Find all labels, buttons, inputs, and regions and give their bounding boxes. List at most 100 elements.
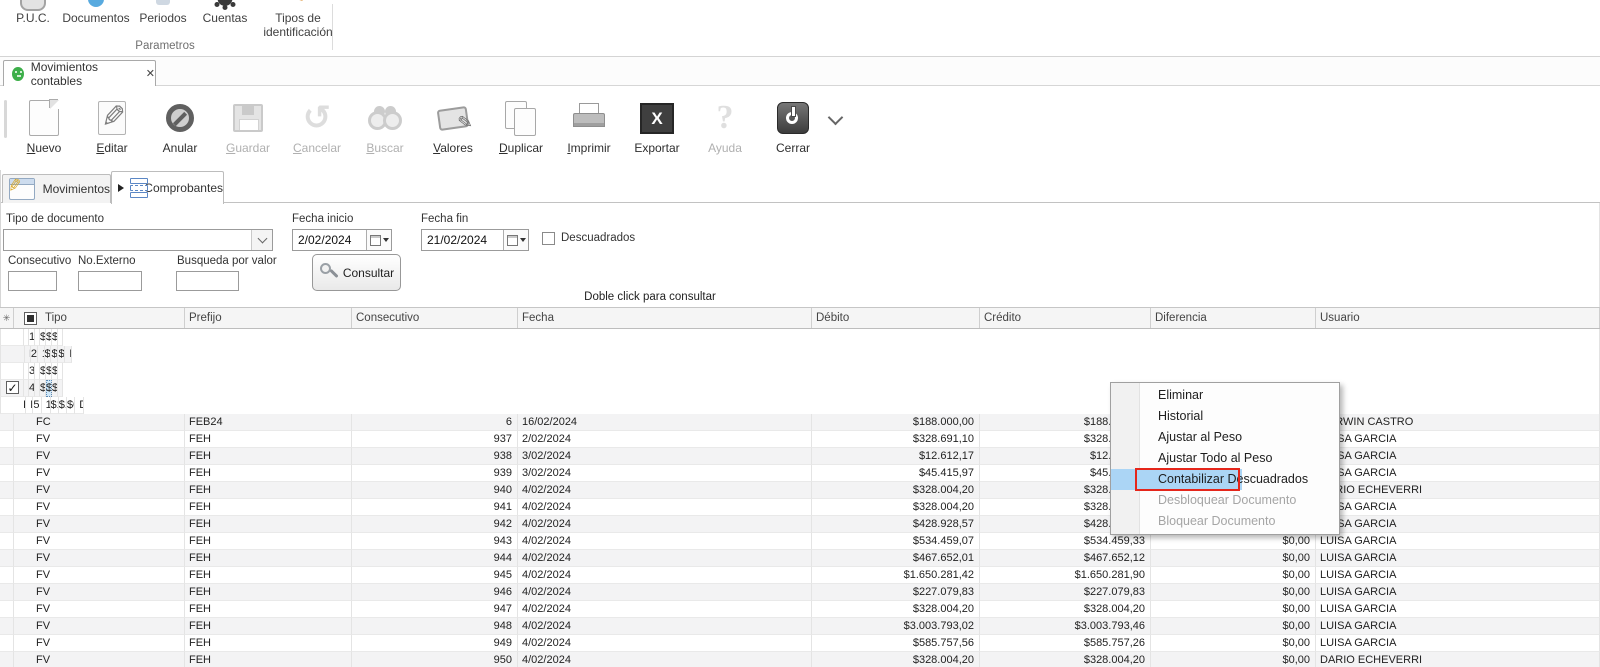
tipo-cell[interactable]: FV [14,448,185,465]
chevron-down-icon[interactable] [828,110,844,126]
usuario-cell[interactable]: DARWIN CASTRO [65,346,72,363]
table-row[interactable]: FV FEH 950 4/02/2024 $328.004,20 $328.00… [0,652,1600,667]
tab-movimientos[interactable]: Movimientos [2,174,111,203]
menu-item-contabilizar-descuadrados[interactable]: Contabilizar Descuadrados [1111,469,1242,490]
close-icon[interactable]: ✕ [146,67,155,80]
table-row[interactable]: FV FEH 937 2/02/2024 $328.691,10 $328.69… [0,431,1600,448]
fecha-cell[interactable]: 4/02/2024 [518,499,812,516]
consecutivo-cell[interactable]: 945 [352,567,518,584]
table-row[interactable]: FC FEB24 1 13/02/2024 $294.150,00 $294.1… [0,329,54,346]
debito-cell[interactable]: $328.004,20 [812,601,980,618]
column-header-tipo[interactable]: Tipo [14,308,185,328]
diferencia-cell[interactable]: $0,00 [1151,567,1316,584]
diferencia-cell[interactable]: $0,00 [1151,550,1316,567]
usuario-cell[interactable]: LUISA GARCIA [1316,601,1600,618]
tipo-cell[interactable]: FC [14,414,185,431]
fecha-fin-field[interactable]: 21/02/2024 [421,229,529,251]
prefijo-cell[interactable]: FEH [185,533,352,550]
tipo-cell[interactable]: FV [14,431,185,448]
debito-cell[interactable]: $45.415,97 [812,465,980,482]
usuario-cell[interactable]: LUISA GARCIA [1316,567,1600,584]
tipo-cell[interactable]: FV [14,499,185,516]
column-header-debito[interactable]: Débito [812,308,980,328]
fecha-cell[interactable]: 4/02/2024 [518,516,812,533]
debito-cell[interactable]: $3.003.793,02 [812,618,980,635]
debito-cell[interactable]: $328.004,20 [812,499,980,516]
toolbar-button-valores[interactable]: Valores [419,95,487,167]
tipo-cell[interactable]: FV [14,533,185,550]
menu-item-eliminar[interactable]: Eliminar [1111,385,1212,406]
consecutivo-cell[interactable]: 946 [352,584,518,601]
fecha-cell[interactable]: 16/02/2024 [518,414,812,431]
date-picker-button[interactable] [366,230,391,250]
tipo-cell[interactable]: FV [14,482,185,499]
consecutivo-cell[interactable]: 937 [352,431,518,448]
toolbar-button-editar[interactable]: Editar [78,95,146,167]
debito-cell[interactable]: $12.450,00 [51,397,59,414]
fecha-cell[interactable]: 4/02/2024 [518,652,812,667]
usuario-cell[interactable]: DARIO ECHEVERRI [1316,652,1600,667]
table-row[interactable]: FC FEB24 2 13/02/2024 $45.700,00 $45.700… [0,346,72,363]
credito-cell[interactable]: $534.459,33 [980,533,1151,550]
ribbon-item-tipos-de-identificacion[interactable]: Tipos de identificación [256,0,340,56]
debito-cell[interactable]: $1.650.281,42 [812,567,980,584]
prefijo-cell[interactable]: FEH [185,635,352,652]
consecutivo-cell[interactable]: 944 [352,550,518,567]
column-header-prefijo[interactable]: Prefijo [185,308,352,328]
table-row[interactable]: FV FEH 940 4/02/2024 $328.004,20 $328.00… [0,482,1600,499]
fecha-cell[interactable]: 4/02/2024 [518,601,812,618]
toolbar-button-cerrar[interactable]: Cerrar [759,95,827,167]
debito-cell[interactable]: $227.079,83 [812,584,980,601]
tipo-cell[interactable]: FV [14,550,185,567]
consecutivo-input[interactable] [8,271,57,291]
usuario-cell[interactable]: LUISA GARCIA [1316,550,1600,567]
prefijo-cell[interactable]: FEB24 [185,414,352,431]
usuario-cell[interactable]: DARWIN CASTRO [58,363,63,380]
consecutivo-cell[interactable]: 5 [33,397,41,414]
debito-cell[interactable]: $467.652,01 [812,550,980,567]
fecha-cell[interactable]: 4/02/2024 [518,584,812,601]
table-row[interactable]: FV FEH 944 4/02/2024 $467.652,01 $467.65… [0,550,1600,567]
tipo-documento-combobox[interactable] [3,229,273,251]
credito-cell[interactable]: $328.004,20 [980,601,1151,618]
tipo-cell[interactable]: FV [14,635,185,652]
table-row[interactable]: FV FEH 941 4/02/2024 $328.004,20 $328.00… [0,499,1600,516]
busqueda-por-valor-input[interactable] [176,271,239,291]
credito-cell[interactable]: $45.700,00 [51,346,58,363]
credito-cell[interactable]: $1.650.281,90 [980,567,1151,584]
prefijo-cell[interactable]: FEH [185,601,352,618]
table-row[interactable]: FV FEH 943 4/02/2024 $534.459,07 $534.45… [0,533,1600,550]
credito-cell[interactable]: $227.079,83 [980,584,1151,601]
usuario-cell[interactable]: LUISA GARCIA [1316,516,1600,533]
fecha-cell[interactable]: 3/02/2024 [518,465,812,482]
debito-cell[interactable]: $585.757,56 [812,635,980,652]
consecutivo-cell[interactable]: 947 [352,601,518,618]
diferencia-cell[interactable]: $0,00 [1151,635,1316,652]
tipo-cell[interactable]: FV [14,584,185,601]
debito-cell[interactable]: $328.004,20 [812,482,980,499]
credito-cell[interactable]: $467.652,12 [980,550,1151,567]
usuario-cell[interactable]: LUISA GARCIA [1316,533,1600,550]
prefijo-cell[interactable]: FEB24 [26,397,33,414]
column-header-credito[interactable]: Crédito [980,308,1151,328]
credito-cell[interactable]: $3.003.793,46 [980,618,1151,635]
toolbar-button-duplicar[interactable]: Duplicar [487,95,555,167]
column-header-consecutivo[interactable]: Consecutivo [352,308,518,328]
column-header-diferencia[interactable]: Diferencia [1151,308,1316,328]
usuario-cell[interactable]: LUISA GARCIA [1316,618,1600,635]
debito-cell[interactable]: $328.004,20 [812,652,980,667]
toolbar-button-anular[interactable]: Anular [146,95,214,167]
consecutivo-cell[interactable]: 948 [352,618,518,635]
diferencia-cell[interactable]: $0,00 [1151,584,1316,601]
debito-cell[interactable]: $12.612,17 [812,448,980,465]
fecha-cell[interactable]: 4/02/2024 [518,533,812,550]
combobox-dropdown-button[interactable] [251,230,272,250]
prefijo-cell[interactable]: FEH [185,584,352,601]
tipo-cell[interactable]: FV [14,618,185,635]
fecha-cell[interactable]: 4/02/2024 [518,567,812,584]
toolbar-button-exportar[interactable]: Exportar [623,95,691,167]
toolbar-button-nuevo[interactable]: Nuevo [10,95,78,167]
usuario-cell[interactable]: LUISA GARCIA [1316,431,1600,448]
tipo-cell[interactable]: FV [14,516,185,533]
usuario-cell[interactable]: LUISA GARCIA [1316,448,1600,465]
